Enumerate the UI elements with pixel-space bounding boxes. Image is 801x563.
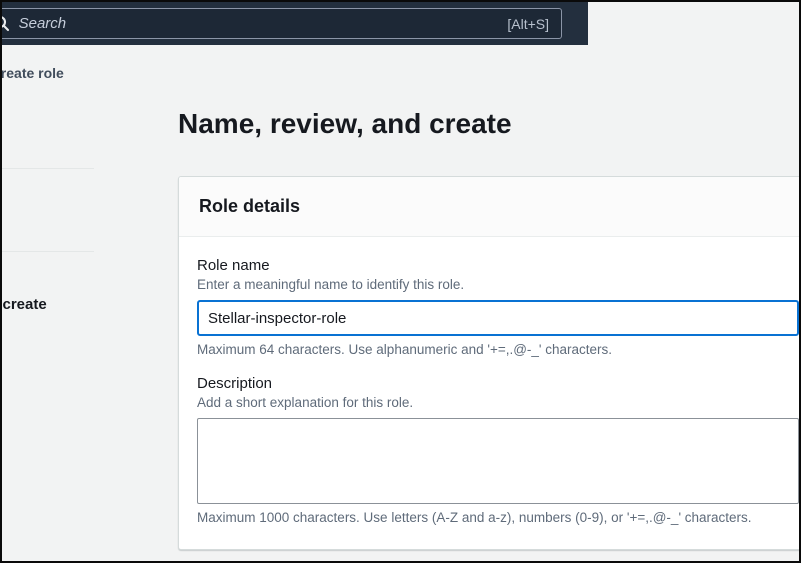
breadcrumb-current-page: Create role <box>0 65 64 81</box>
top-navigation-bar: aws Services [Alt+S] <box>0 2 588 45</box>
description-description: Add a short explanation for this role. <box>197 395 799 410</box>
role-name-constraint: Maximum 64 characters. Use alphanumeric … <box>197 342 799 357</box>
role-name-label: Role name <box>197 257 799 274</box>
step-1-label: Step 1 <box>0 104 94 120</box>
role-name-field-group: Role name Enter a meaningful name to ide… <box>197 257 799 357</box>
search-icon <box>0 15 10 32</box>
aws-console-window: aws Services [Alt+S] IAM <box>0 0 801 563</box>
step-3-label: Step 3 <box>0 270 94 286</box>
card-header: Role details <box>179 177 801 237</box>
step-3-current-title: Name, review, and create <box>0 296 47 313</box>
description-textarea[interactable] <box>197 418 799 504</box>
page-content: IAM Roles Create role Step 1 Select trus… <box>0 45 588 561</box>
breadcrumb: IAM Roles Create role <box>0 65 64 81</box>
wizard-step-1: Step 1 Select trusted entity <box>0 104 94 148</box>
page-title: Name, review, and create <box>178 108 512 140</box>
description-label: Description <box>197 375 799 392</box>
search-bar[interactable]: [Alt+S] <box>0 8 562 39</box>
step-divider <box>0 168 94 169</box>
wizard-steps-nav: Step 1 Select trusted entity Step 2 Add … <box>0 104 94 314</box>
search-shortcut-hint: [Alt+S] <box>507 16 549 32</box>
card-title: Role details <box>199 196 300 216</box>
card-body: Role name Enter a meaningful name to ide… <box>179 237 801 549</box>
wizard-step-3: Step 3 Name, review, and create <box>0 270 94 314</box>
role-name-description: Enter a meaningful name to identify this… <box>197 277 799 292</box>
step-divider <box>0 251 94 252</box>
wizard-step-2: Step 2 Add permissions <box>0 187 94 231</box>
search-input[interactable] <box>19 15 508 32</box>
step-2-label: Step 2 <box>0 187 94 203</box>
role-name-input[interactable] <box>197 300 799 336</box>
description-field-group: Description Add a short explanation for … <box>197 375 799 525</box>
role-details-card: Role details Role name Enter a meaningfu… <box>178 176 801 550</box>
description-constraint: Maximum 1000 characters. Use letters (A-… <box>197 510 799 525</box>
